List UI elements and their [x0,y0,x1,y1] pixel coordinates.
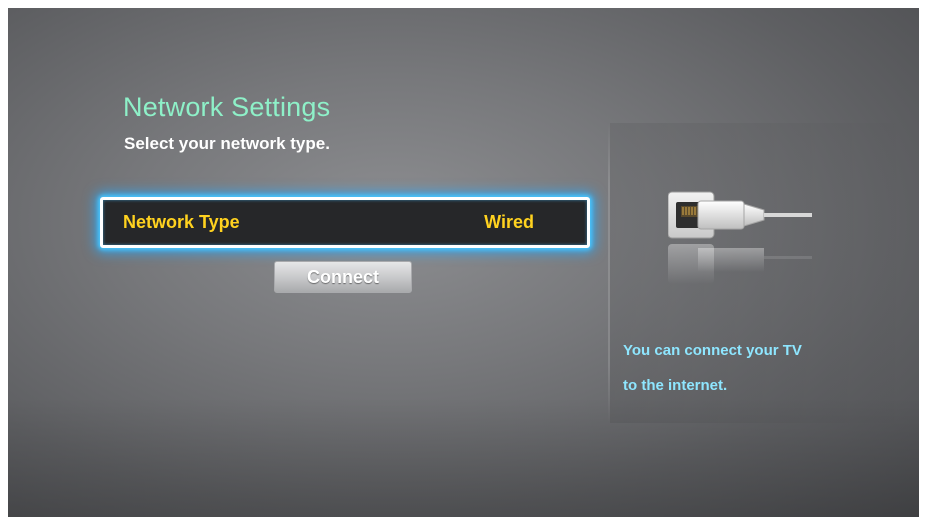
connect-button[interactable]: Connect [274,261,412,293]
panel-divider [608,123,610,423]
network-type-value: Wired [484,212,534,232]
tv-screen: Network Settings Select your network typ… [8,8,919,517]
network-type-selector[interactable]: Network Type Wired [100,197,590,248]
help-text-line-2: to the internet. [623,377,728,394]
page-title: Network Settings [123,92,331,122]
lan-port-icon [668,191,812,284]
help-text-line-1: You can connect your TV [623,342,802,359]
network-type-label: Network Type [123,212,240,232]
page-subtitle: Select your network type. [124,134,330,153]
